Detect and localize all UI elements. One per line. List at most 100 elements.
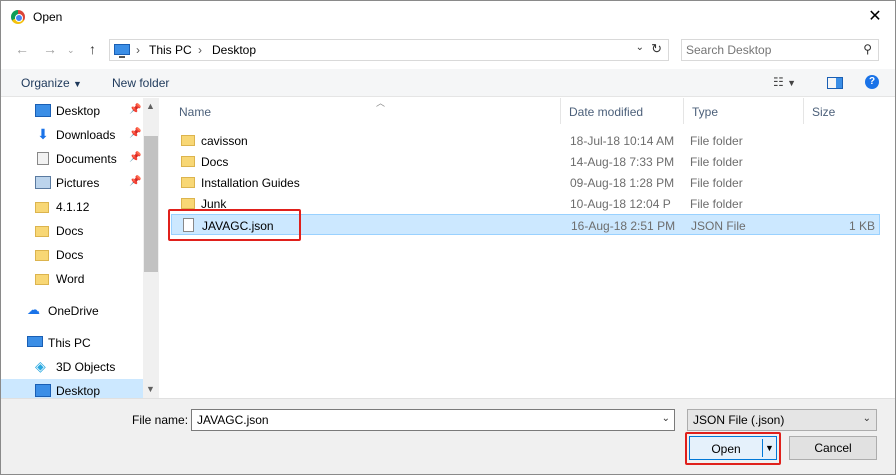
file-date: 16-Aug-18 2:51 PM <box>571 219 676 233</box>
sidebar-item-label: OneDrive <box>48 304 99 318</box>
command-bar: Organize ▼ New folder ☷ ▼ ? <box>1 69 895 97</box>
column-header-date[interactable]: Date modified <box>561 98 684 124</box>
search-icon[interactable]: ⚲ <box>863 42 872 56</box>
file-name: cavisson <box>201 134 248 148</box>
open-dialog: Open ✕ ← → ⌄ ↑ › This PC › Desktop ⌄ ↻ ⚲… <box>0 0 896 475</box>
back-arrow-icon[interactable]: ← <box>15 41 29 57</box>
highlight-box-open <box>685 432 781 465</box>
sidebar-item-label: This PC <box>48 336 91 350</box>
folder-icon <box>35 274 49 285</box>
onedrive-icon: ☁ <box>27 302 40 317</box>
file-type: File folder <box>690 197 743 211</box>
column-header-name[interactable]: ︿ Name <box>171 98 561 124</box>
folder-icon <box>181 177 195 188</box>
file-type-select[interactable]: JSON File (.json) ⌄ <box>687 409 877 431</box>
file-size: 1 KB <box>848 219 875 233</box>
sidebar-item-word[interactable]: Word <box>1 267 143 291</box>
folder-icon <box>181 198 195 209</box>
sidebar-item-label: Docs <box>56 248 84 262</box>
breadcrumb-separator-icon[interactable]: › <box>136 43 140 57</box>
file-name-field[interactable]: JAVAGC.json ⌄ <box>191 409 675 431</box>
organize-button[interactable]: Organize ▼ <box>21 76 82 90</box>
breadcrumb-this-pc[interactable]: This PC <box>149 43 192 57</box>
sidebar-item-label: Desktop <box>56 384 101 398</box>
file-name-label: File name: <box>132 413 189 427</box>
new-folder-button[interactable]: New folder <box>112 76 169 90</box>
scroll-up-icon[interactable]: ▲ <box>146 101 155 111</box>
pin-icon[interactable]: 📌 <box>129 176 141 187</box>
chevron-down-icon: ▼ <box>73 79 82 89</box>
sidebar-item-desktop[interactable]: Desktop 📌 <box>1 99 143 123</box>
this-pc-icon <box>27 336 43 347</box>
sidebar-item-label: 4.1.12 <box>56 200 90 214</box>
file-list: ︿ Name Date modified Type Size cavisson … <box>161 98 895 398</box>
file-name: Installation Guides <box>201 176 300 190</box>
sidebar-item-label: Desktop <box>56 104 101 118</box>
sidebar-item-label: Documents <box>56 152 117 166</box>
forward-arrow-icon[interactable]: → <box>43 41 57 57</box>
pictures-icon <box>35 176 51 189</box>
sidebar-item-label: Pictures <box>56 176 100 190</box>
table-row[interactable]: cavisson 18-Jul-18 10:14 AM File folder <box>171 130 880 151</box>
breadcrumb-desktop[interactable]: Desktop <box>212 43 256 57</box>
breadcrumb-separator-icon[interactable]: › <box>198 43 202 57</box>
pin-icon[interactable]: 📌 <box>129 152 141 163</box>
chevron-down-icon[interactable]: ⌄ <box>863 413 871 424</box>
dialog-footer: File name: JAVAGC.json ⌄ JSON File (.jso… <box>1 398 895 474</box>
navigation-pane: Desktop 📌 ⬇ Downloads 📌 Documents 📌 Pict… <box>1 98 159 403</box>
sidebar-item-onedrive[interactable]: ☁ OneDrive <box>1 299 143 323</box>
sidebar-item-label: Docs <box>56 224 84 238</box>
column-header-type[interactable]: Type <box>684 98 804 124</box>
sidebar-item-pictures[interactable]: Pictures 📌 <box>1 171 143 195</box>
file-date: 14-Aug-18 7:33 PM <box>570 155 675 169</box>
recent-locations-icon[interactable]: ⌄ <box>67 45 75 56</box>
pin-icon[interactable]: 📌 <box>129 128 141 139</box>
file-type: JSON File <box>691 219 746 233</box>
sidebar-item-4-1-12[interactable]: 4.1.12 <box>1 195 143 219</box>
table-row[interactable]: Docs 14-Aug-18 7:33 PM File folder <box>171 151 880 172</box>
pin-icon[interactable]: 📌 <box>129 104 141 115</box>
file-date: 18-Jul-18 10:14 AM <box>570 134 675 148</box>
file-type: File folder <box>690 134 743 148</box>
chrome-icon <box>11 10 25 24</box>
file-type: File folder <box>690 155 743 169</box>
file-date: 09-Aug-18 1:28 PM <box>570 176 675 190</box>
column-header-size[interactable]: Size <box>804 98 880 124</box>
search-input[interactable] <box>686 42 846 58</box>
sidebar-item-docs[interactable]: Docs <box>1 219 143 243</box>
file-type: File folder <box>690 176 743 190</box>
desktop-icon <box>35 384 51 397</box>
sidebar-item-label: Downloads <box>56 128 116 142</box>
view-options-icon[interactable]: ☷ ▼ <box>773 75 796 89</box>
folder-icon <box>35 202 49 213</box>
sidebar-item-documents[interactable]: Documents 📌 <box>1 147 143 171</box>
preview-pane-icon[interactable] <box>827 77 843 89</box>
folder-icon <box>35 226 49 237</box>
folder-icon <box>181 135 195 146</box>
sidebar-item-docs[interactable]: Docs <box>1 243 143 267</box>
address-bar[interactable]: › This PC › Desktop ⌄ ↻ <box>109 39 669 61</box>
search-box[interactable]: ⚲ <box>681 39 879 61</box>
organize-label: Organize <box>21 76 70 90</box>
highlight-box-file <box>168 209 301 241</box>
refresh-icon[interactable]: ↻ <box>651 41 662 57</box>
sidebar-item-downloads[interactable]: ⬇ Downloads 📌 <box>1 123 143 147</box>
title-bar: Open ✕ <box>1 1 895 33</box>
sidebar-scrollbar[interactable]: ▲ ▼ <box>143 98 159 398</box>
table-row[interactable]: Installation Guides 09-Aug-18 1:28 PM Fi… <box>171 172 880 193</box>
scroll-down-icon[interactable]: ▼ <box>146 384 155 394</box>
sort-ascending-icon: ︿ <box>376 98 386 108</box>
up-arrow-icon[interactable]: ↑ <box>89 41 96 57</box>
download-icon: ⬇ <box>37 126 49 142</box>
close-icon[interactable]: ✕ <box>855 1 895 33</box>
sidebar-item-3d-objects[interactable]: ◈ 3D Objects <box>1 355 143 379</box>
folder-icon <box>181 156 195 167</box>
sidebar-item-this-pc[interactable]: This PC <box>1 331 143 355</box>
help-icon[interactable]: ? <box>865 75 879 89</box>
chevron-down-icon[interactable]: ⌄ <box>662 413 670 424</box>
folder-icon <box>35 250 49 261</box>
cancel-button[interactable]: Cancel <box>789 436 877 460</box>
chevron-down-icon[interactable]: ⌄ <box>636 42 644 53</box>
scrollbar-thumb[interactable] <box>144 136 158 272</box>
column-header-label: Name <box>179 105 212 119</box>
